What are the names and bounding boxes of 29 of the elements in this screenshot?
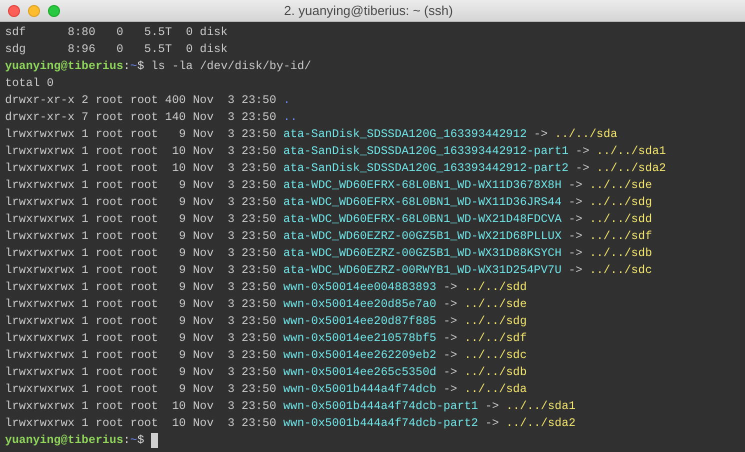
terminal-line: lrwxrwxrwx 1 root root 9 Nov 3 23:50 ata-SanDisk_SDSSDA120G_163393442912 -> ../../sda bbox=[5, 127, 618, 143]
terminal-line: lrwxrwxrwx 1 root root 9 Nov 3 23:50 wwn-0x50014ee265c5350d -> ../../sdb bbox=[5, 365, 527, 381]
terminal-line: lrwxrwxrwx 1 root root 9 Nov 3 23:50 wwn-0x50014ee210578bf5 -> ../../sdf bbox=[5, 331, 527, 347]
terminal-line: lrwxrwxrwx 1 root root 9 Nov 3 23:50 ata-WDC_WD60EZRZ-00RWYB1_WD-WX31D254PV7U -> ../../sdc bbox=[5, 263, 652, 279]
terminal-line: lrwxrwxrwx 1 root root 9 Nov 3 23:50 wwn-0x50014ee004883893 -> ../../sdd bbox=[5, 280, 527, 296]
terminal-line: lrwxrwxrwx 1 root root 9 Nov 3 23:50 ata-WDC_WD60EFRX-68L0BN1_WD-WX11D3678X8H -> ../../sde bbox=[5, 178, 652, 194]
terminal-line: sdf 8:80 0 5.5T 0 disk bbox=[5, 25, 228, 41]
terminal-line: drwxr-xr-x 2 root root 400 Nov 3 23:50 . bbox=[5, 93, 290, 109]
terminal-line: drwxr-xr-x 7 root root 140 Nov 3 23:50 .. bbox=[5, 110, 298, 126]
window-title: 2. yuanying@tiberius: ~ (ssh) bbox=[284, 2, 453, 20]
terminal-line: lrwxrwxrwx 1 root root 10 Nov 3 23:50 wwn-0x5001b444a4f74dcb-part2 -> ../../sda2 bbox=[5, 416, 576, 432]
terminal-line: lrwxrwxrwx 1 root root 9 Nov 3 23:50 wwn-0x50014ee20d87f885 -> ../../sdg bbox=[5, 314, 527, 330]
terminal-line: total 0 bbox=[5, 76, 54, 92]
terminal-line: lrwxrwxrwx 1 root root 9 Nov 3 23:50 ata-WDC_WD60EZRZ-00GZ5B1_WD-WX31D88KSYCH -> ../../sdb bbox=[5, 246, 652, 262]
terminal-line: lrwxrwxrwx 1 root root 9 Nov 3 23:50 wwn-0x5001b444a4f74dcb -> ../../sda bbox=[5, 382, 527, 398]
terminal-line: lrwxrwxrwx 1 root root 9 Nov 3 23:50 wwn-0x50014ee20d85e7a0 -> ../../sde bbox=[5, 297, 527, 313]
terminal-line: lrwxrwxrwx 1 root root 10 Nov 3 23:50 wwn-0x5001b444a4f74dcb-part1 -> ../../sda1 bbox=[5, 399, 576, 415]
terminal-line: lrwxrwxrwx 1 root root 9 Nov 3 23:50 ata-WDC_WD60EFRX-68L0BN1_WD-WX21D48FDCVA -> ../../sdd bbox=[5, 212, 652, 228]
minimize-button[interactable] bbox=[28, 4, 40, 16]
terminal-line: lrwxrwxrwx 1 root root 9 Nov 3 23:50 wwn-0x50014ee262209eb2 -> ../../sdc bbox=[5, 348, 527, 364]
terminal-line: sdg 8:96 0 5.5T 0 disk bbox=[5, 42, 228, 58]
close-button[interactable] bbox=[8, 4, 20, 16]
terminal-line: lrwxrwxrwx 1 root root 9 Nov 3 23:50 ata-WDC_WD60EFRX-68L0BN1_WD-WX11D36JRS44 -> ../../sdg bbox=[5, 195, 652, 211]
terminal-line: lrwxrwxrwx 1 root root 9 Nov 3 23:50 ata-WDC_WD60EZRZ-00GZ5B1_WD-WX21D68PLLUX -> ../../sdf bbox=[5, 229, 652, 245]
terminal-line: lrwxrwxrwx 1 root root 10 Nov 3 23:50 ata-SanDisk_SDSSDA120G_163393442912-part2 -> ../../sda2 bbox=[5, 161, 666, 177]
zoom-button[interactable] bbox=[48, 4, 60, 16]
terminal-line: lrwxrwxrwx 1 root root 10 Nov 3 23:50 ata-SanDisk_SDSSDA120G_163393442912-part1 -> ../../sda1 bbox=[5, 144, 666, 160]
shell-prompt: yuanying@tiberius:~$ bbox=[5, 433, 144, 449]
shell-prompt: yuanying@tiberius:~$ ls -la /dev/disk/by-id/ bbox=[5, 59, 312, 75]
